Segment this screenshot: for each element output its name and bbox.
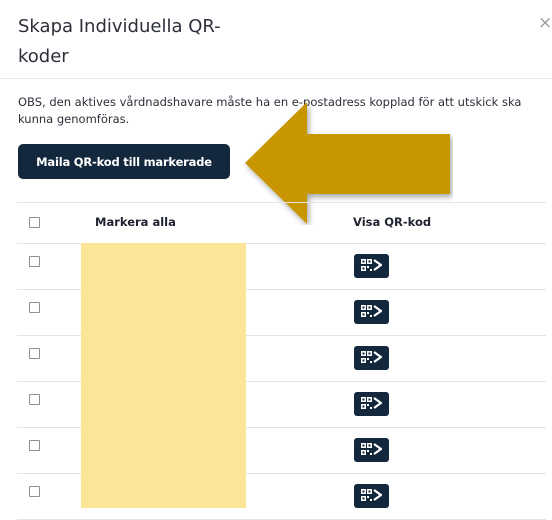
row-checkbox[interactable] <box>29 394 40 405</box>
modal-header: Skapa Individuella QR-koder × <box>0 0 552 79</box>
row-checkbox[interactable] <box>29 440 40 451</box>
row-checkbox[interactable] <box>29 348 40 359</box>
select-all-label: Markera alla <box>95 215 176 229</box>
show-qr-button[interactable] <box>354 346 389 370</box>
select-all-checkbox[interactable] <box>29 217 40 228</box>
qr-code-arrow-icon <box>361 397 383 409</box>
qr-code-arrow-icon <box>361 259 383 271</box>
show-qr-button[interactable] <box>354 392 389 416</box>
qr-code-arrow-icon <box>361 489 383 501</box>
qr-code-arrow-icon <box>361 305 383 317</box>
show-qr-button[interactable] <box>354 254 389 278</box>
redacted-names <box>81 243 246 508</box>
table-header-row: Markera alla Visa QR-kod <box>17 203 546 244</box>
show-qr-button[interactable] <box>354 300 389 324</box>
show-qr-button[interactable] <box>354 484 389 508</box>
qr-code-arrow-icon <box>361 443 383 455</box>
row-checkbox[interactable] <box>29 256 40 267</box>
qr-modal: Skapa Individuella QR-koder × OBS, den a… <box>0 0 552 520</box>
qr-code-arrow-icon <box>361 351 383 363</box>
modal-title: Skapa Individuella QR-koder <box>18 16 221 67</box>
qr-column-header: Visa QR-kod <box>353 215 432 229</box>
row-checkbox[interactable] <box>29 302 40 313</box>
show-qr-button[interactable] <box>354 438 389 462</box>
mail-qr-button[interactable]: Maila QR-kod till markerade <box>18 144 230 179</box>
row-checkbox[interactable] <box>29 486 40 497</box>
close-icon[interactable]: × <box>538 12 552 34</box>
